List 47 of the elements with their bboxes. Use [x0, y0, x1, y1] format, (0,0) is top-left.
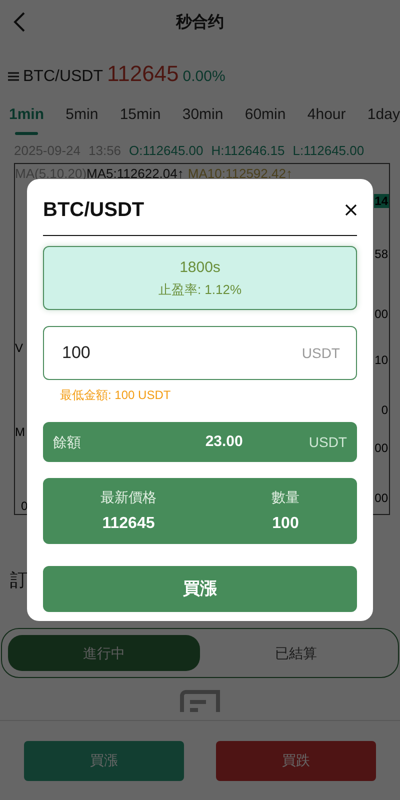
interval-tab[interactable]: 1min [9, 104, 44, 134]
interval-tab[interactable]: 4hour [307, 104, 346, 134]
back-icon[interactable] [12, 10, 26, 34]
document-icon [178, 690, 222, 712]
unit-label: USDT [302, 344, 340, 362]
stat-value: 112645 [102, 514, 155, 534]
stat-label: 最新價格 [100, 488, 156, 506]
interval-tab[interactable]: 30min [182, 104, 224, 134]
ma10-value: MA10:112592.42↑ [188, 165, 292, 183]
amount-input[interactable]: 100 [60, 339, 160, 367]
interval-tab[interactable]: 1day [367, 104, 400, 134]
interval-tab[interactable]: 15min [120, 104, 161, 134]
price-tag: 14 [374, 194, 389, 208]
duration-option[interactable]: 1800s 止盈率: 1.12% [43, 246, 357, 310]
page-title: 秒合约 [176, 12, 224, 32]
amount-field[interactable]: 100 USDT [43, 326, 357, 380]
buy-up-button[interactable]: 買漲 [43, 566, 357, 612]
sell-button[interactable]: 買跌 [216, 740, 376, 780]
pair-name: BTC/USDT [23, 67, 103, 87]
axis-label: 58 [374, 248, 388, 260]
macd-label: M [15, 426, 25, 438]
ohlc-value: L:112645.00 [292, 142, 364, 160]
x-axis-label: 0 [21, 500, 28, 512]
last-price: 112645 [107, 60, 179, 88]
buy-button[interactable]: 買漲 [24, 740, 184, 780]
orders-title: 訂 [10, 569, 28, 592]
order-tab[interactable]: 已結算 [200, 635, 392, 671]
axis-label: 0 [381, 404, 388, 416]
stat-label: 數量 [272, 488, 300, 506]
interval-tab[interactable]: 5min [66, 104, 98, 134]
balance-value: 23.00 [205, 432, 243, 452]
stat-value: 100 [272, 514, 299, 534]
interval-tab[interactable]: 60min [244, 104, 286, 134]
axis-label: 10 [374, 354, 388, 366]
order-tab[interactable]: 進行中 [8, 635, 200, 671]
balance-unit: USDT [308, 432, 347, 452]
axis-label: 00 [374, 442, 388, 454]
ohlc-value: O:112645.00 [129, 142, 204, 160]
volume-label: V [15, 342, 24, 354]
balance-label: 餘額 [53, 432, 82, 452]
ma5-value: MA5:112622.04↑ [86, 165, 184, 183]
axis-label: 00 [374, 492, 388, 504]
axis-label: 00 [374, 308, 388, 320]
modal-title: BTC/USDT [43, 198, 144, 223]
ohlc-value: H:112646.15 [211, 142, 285, 160]
minimum-amount-hint: 最低金額: 100 USDT [60, 387, 172, 404]
price-change: 0.00% [182, 67, 226, 87]
